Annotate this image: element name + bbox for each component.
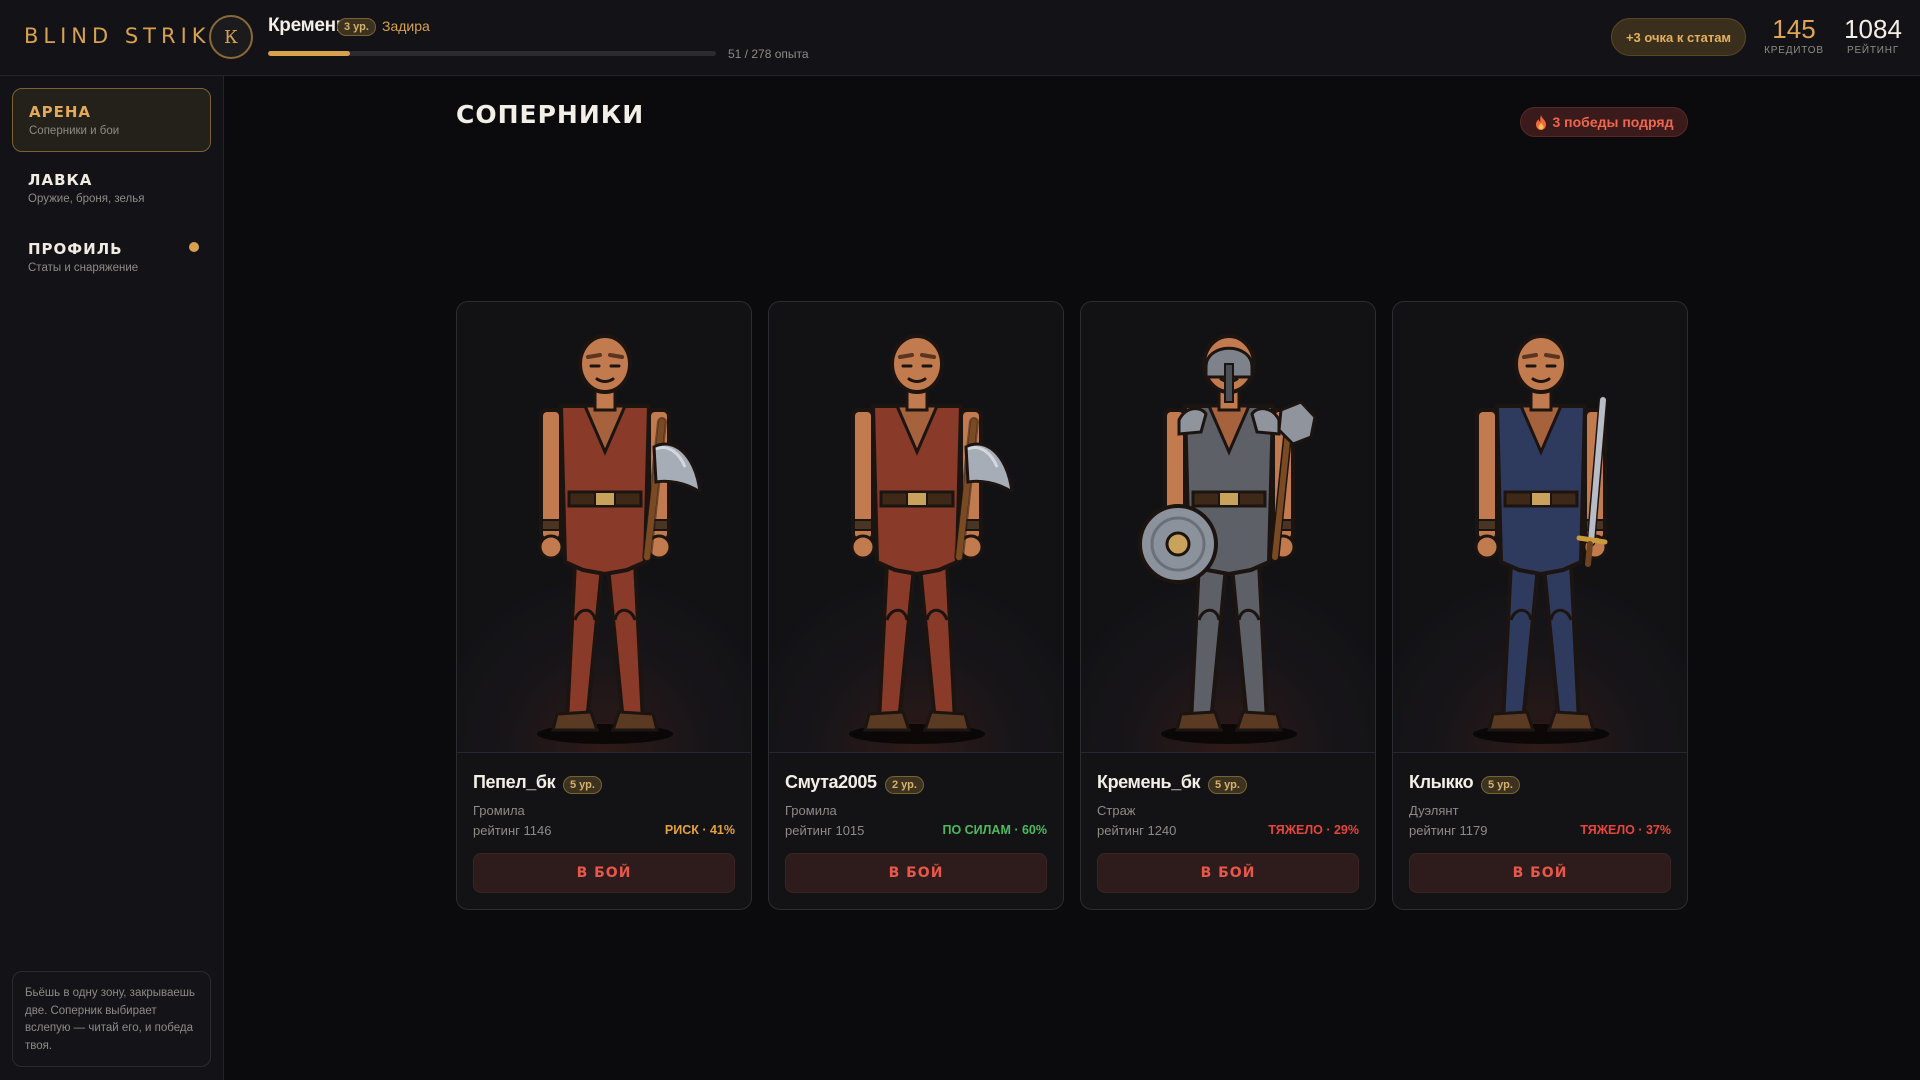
fighter-portrait	[769, 302, 1063, 753]
flame-icon	[1535, 114, 1546, 130]
stat-points-button[interactable]: +3 очка к статам	[1611, 18, 1746, 56]
xp-progress-bar	[268, 51, 716, 56]
fight-button[interactable]: В БОЙ	[1409, 853, 1671, 893]
credits-label: КРЕДИТОВ	[1764, 45, 1824, 56]
win-chance: ТЯЖЕЛО · 37%	[1580, 823, 1671, 837]
player-level-badge: 3 ур.	[337, 18, 376, 36]
opponent-level-badge: 5 ур.	[1481, 776, 1520, 794]
opponent-rating: рейтинг 1179	[1409, 823, 1488, 838]
page-title: СОПЕРНИКИ	[456, 100, 645, 129]
player-name: Кремень	[268, 15, 348, 36]
opponent-class: Дуэлянт	[1409, 803, 1459, 818]
notification-dot	[189, 242, 199, 252]
opponent-name: Смута2005	[785, 772, 877, 792]
win-chance: ТЯЖЕЛО · 29%	[1268, 823, 1359, 837]
fighter-portrait	[1081, 302, 1375, 753]
xp-progress-fill	[268, 51, 351, 56]
credits-stat: 145 КРЕДИТОВ	[1762, 14, 1826, 56]
opponent-rating: рейтинг 1015	[785, 823, 865, 838]
sidebar-item-subtitle: Оружие, броня, зелья	[28, 193, 145, 205]
opponent-name: Пепел_бк	[473, 772, 556, 792]
opponent-name: Клыкко	[1409, 772, 1474, 792]
opponent-card[interactable]: Пепел_бк 5 ур. Громила рейтинг 1146 РИСК…	[456, 301, 752, 910]
player-avatar[interactable]: К	[209, 15, 253, 59]
opponent-rating: рейтинг 1240	[1097, 823, 1177, 838]
sidebar-item-arena[interactable]: АРЕНА Соперники и бои	[12, 88, 211, 152]
fight-button[interactable]: В БОЙ	[1097, 853, 1359, 893]
sidebar-item-subtitle: Соперники и бои	[29, 125, 120, 137]
rating-stat: 1084 РЕЙТИНГ	[1840, 14, 1906, 56]
opponent-class: Страж	[1097, 803, 1136, 818]
rating-value: 1084	[1844, 14, 1902, 44]
fighter-portrait	[1393, 302, 1687, 753]
opponent-level-badge: 5 ур.	[1208, 776, 1247, 794]
app-logo[interactable]: BLIND STRIKE	[24, 24, 229, 48]
credits-value: 145	[1772, 14, 1816, 44]
opponent-level-badge: 5 ур.	[563, 776, 602, 794]
win-chance: РИСК · 41%	[664, 823, 735, 837]
opponent-level-badge: 2 ур.	[885, 776, 924, 794]
win-chance: ПО СИЛАМ · 60%	[942, 823, 1047, 837]
rating-label: РЕЙТИНГ	[1846, 45, 1900, 56]
sidebar: АРЕНА Соперники и бои ЛАВКА Оружие, брон…	[0, 76, 224, 1080]
opponent-class: Громила	[473, 803, 525, 818]
fight-button[interactable]: В БОЙ	[785, 853, 1047, 893]
top-bar: BLIND STRIKE К Кремень 3 ур. Задира 51 /…	[0, 0, 1920, 76]
opponent-card[interactable]: Кремень_бк 5 ур. Страж рейтинг 1240 ТЯЖЕ…	[1080, 301, 1376, 910]
opponent-name: Кремень_бк	[1097, 772, 1201, 792]
hint-box: Бьёшь в одну зону, закрываешь две. Сопер…	[12, 971, 211, 1067]
sidebar-item-subtitle: Статы и снаряжение	[28, 262, 139, 274]
sidebar-item-title: ЛАВКА	[28, 171, 93, 189]
opponent-card[interactable]: Клыкко 5 ур. Дуэлянт рейтинг 1179 ТЯЖЕЛО…	[1392, 301, 1688, 910]
opponent-card[interactable]: Смута2005 2 ур. Громила рейтинг 1015 ПО …	[768, 301, 1064, 910]
xp-text: 51 / 278 опыта	[728, 47, 809, 61]
fight-button[interactable]: В БОЙ	[473, 853, 735, 893]
win-streak-text: 3 победы подряд	[1552, 114, 1674, 130]
sidebar-item-title: АРЕНА	[29, 103, 92, 121]
fighter-portrait	[457, 302, 751, 753]
win-streak-badge: 3 победы подряд	[1520, 107, 1688, 137]
sidebar-item-shop[interactable]: ЛАВКА Оружие, броня, зелья	[12, 157, 211, 221]
opponent-class: Громила	[785, 803, 837, 818]
sidebar-item-title: ПРОФИЛЬ	[28, 240, 123, 258]
sidebar-item-profile[interactable]: ПРОФИЛЬ Статы и снаряжение	[12, 226, 211, 290]
opponent-rating: рейтинг 1146	[473, 823, 552, 838]
player-class: Задира	[382, 18, 430, 34]
